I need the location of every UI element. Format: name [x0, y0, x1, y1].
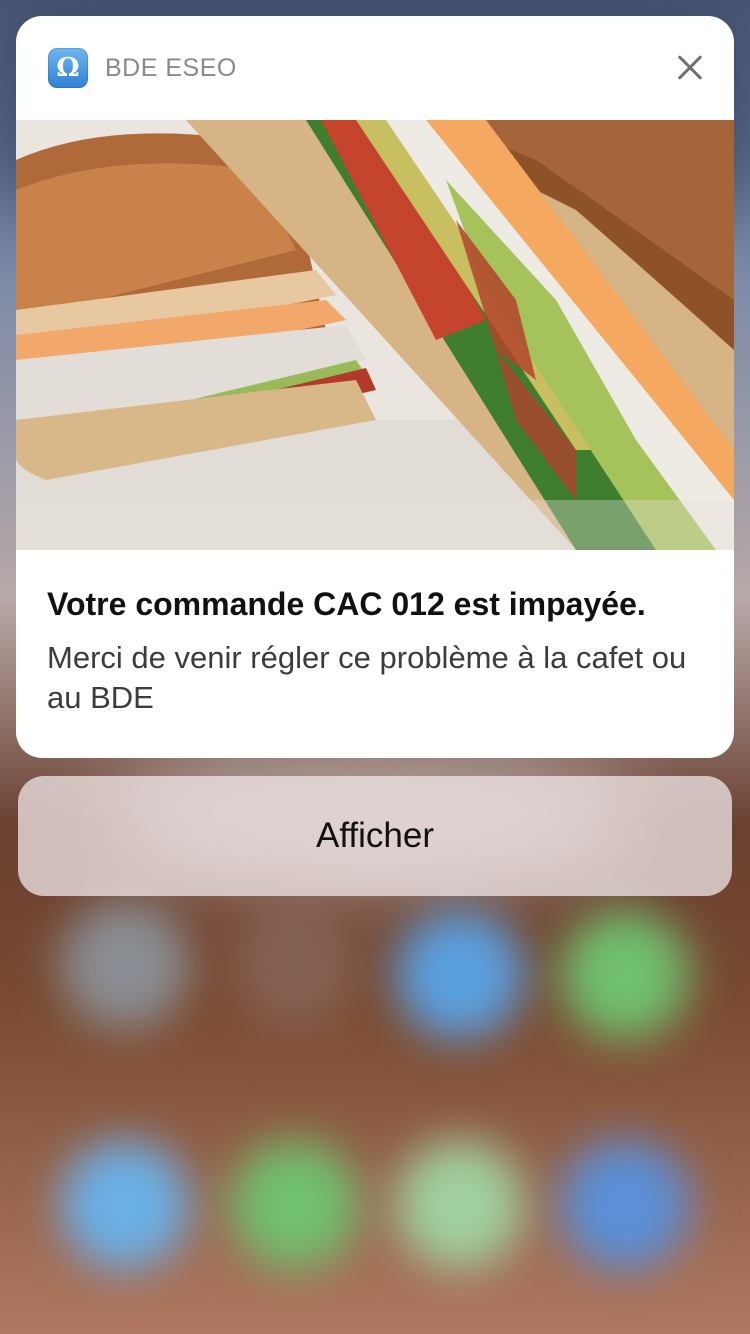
app-name: BDE ESEO: [105, 54, 237, 82]
blurred-dock-icon: [560, 1140, 690, 1270]
blurred-dock-icon: [230, 1140, 360, 1270]
notification-title: Votre commande CAC 012 est impayée.: [47, 586, 646, 622]
blurred-app-icon: [60, 900, 190, 1030]
blurred-dock-icon: [395, 1140, 525, 1270]
blurred-app-icon: [560, 910, 690, 1040]
blurred-app-icon: [395, 910, 525, 1040]
sandwich-image: [16, 120, 734, 550]
notification-body: Merci de venir régler ce problème à la c…: [47, 640, 687, 715]
blurred-app-icon: [230, 900, 360, 1030]
close-icon[interactable]: [670, 48, 710, 88]
notification-card[interactable]: Ω BDE ESEO Votre commande CAC 012 est im…: [16, 16, 734, 758]
notification-header: Ω BDE ESEO: [16, 16, 734, 120]
view-button[interactable]: Afficher: [18, 776, 732, 896]
bde-eseo-app-icon: Ω: [48, 48, 88, 88]
blurred-dock-icon: [60, 1140, 190, 1270]
